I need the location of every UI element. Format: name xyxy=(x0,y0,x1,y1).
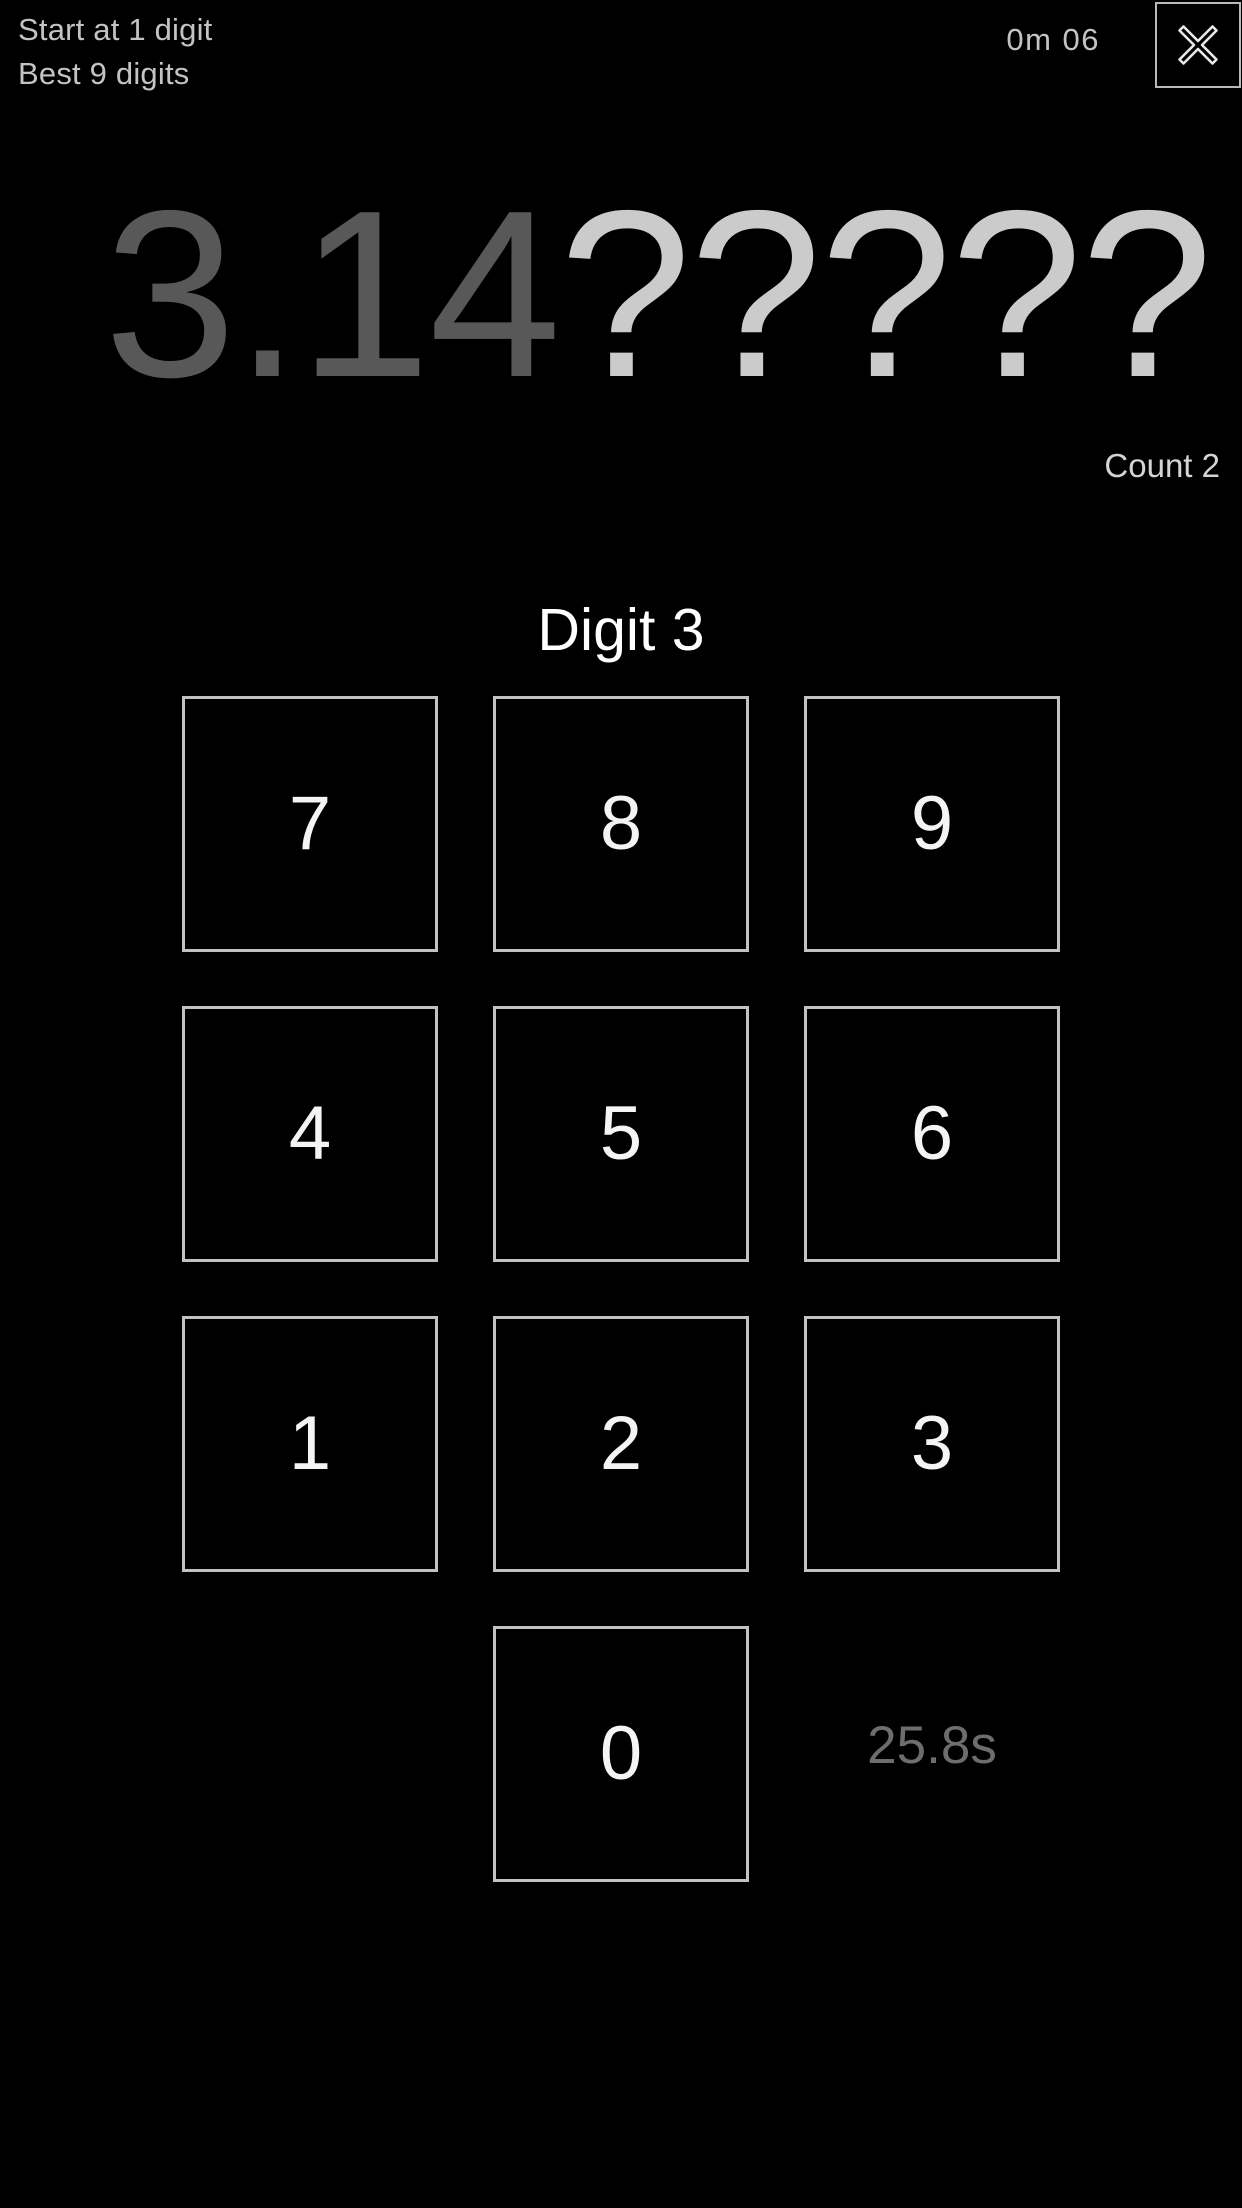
keypad-row: 0 25.8s xyxy=(182,1626,1060,1882)
best-digits-label: Best 9 digits xyxy=(18,56,190,91)
hud-stats: Start at 1 digit Best 9 digits xyxy=(18,8,212,96)
pi-digit-strip: 3.14????? xyxy=(104,150,1242,440)
elapsed-time-readout: 25.8s xyxy=(867,1716,997,1775)
key-7[interactable]: 7 xyxy=(182,696,438,952)
key-6[interactable]: 6 xyxy=(804,1006,1060,1262)
key-2[interactable]: 2 xyxy=(493,1316,749,1572)
pi-unknown-digits: ????? xyxy=(559,162,1213,427)
keypad-row: 7 8 9 xyxy=(182,696,1060,952)
key-4[interactable]: 4 xyxy=(182,1006,438,1262)
key-3[interactable]: 3 xyxy=(804,1316,1060,1572)
close-button[interactable] xyxy=(1155,2,1241,88)
numeric-keypad: 7 8 9 4 5 6 1 2 3 0 25.8s xyxy=(182,696,1060,1886)
key-0[interactable]: 0 xyxy=(493,1626,749,1882)
key-8[interactable]: 8 xyxy=(493,696,749,952)
digit-prompt: Digit 3 xyxy=(537,597,705,663)
key-9[interactable]: 9 xyxy=(804,696,1060,952)
status-bar: Start at 1 digit Best 9 digits 0m 06 xyxy=(0,0,1242,100)
key-5[interactable]: 5 xyxy=(493,1006,749,1262)
keypad-row: 4 5 6 xyxy=(182,1006,1060,1262)
count-label: Count 2 xyxy=(1104,447,1220,484)
keypad-row: 1 2 3 xyxy=(182,1316,1060,1572)
pi-known-digits: 3.14 xyxy=(104,162,561,427)
session-timer: 0m 06 xyxy=(1006,22,1100,57)
start-digit-label: Start at 1 digit xyxy=(18,12,213,47)
key-1[interactable]: 1 xyxy=(182,1316,438,1572)
